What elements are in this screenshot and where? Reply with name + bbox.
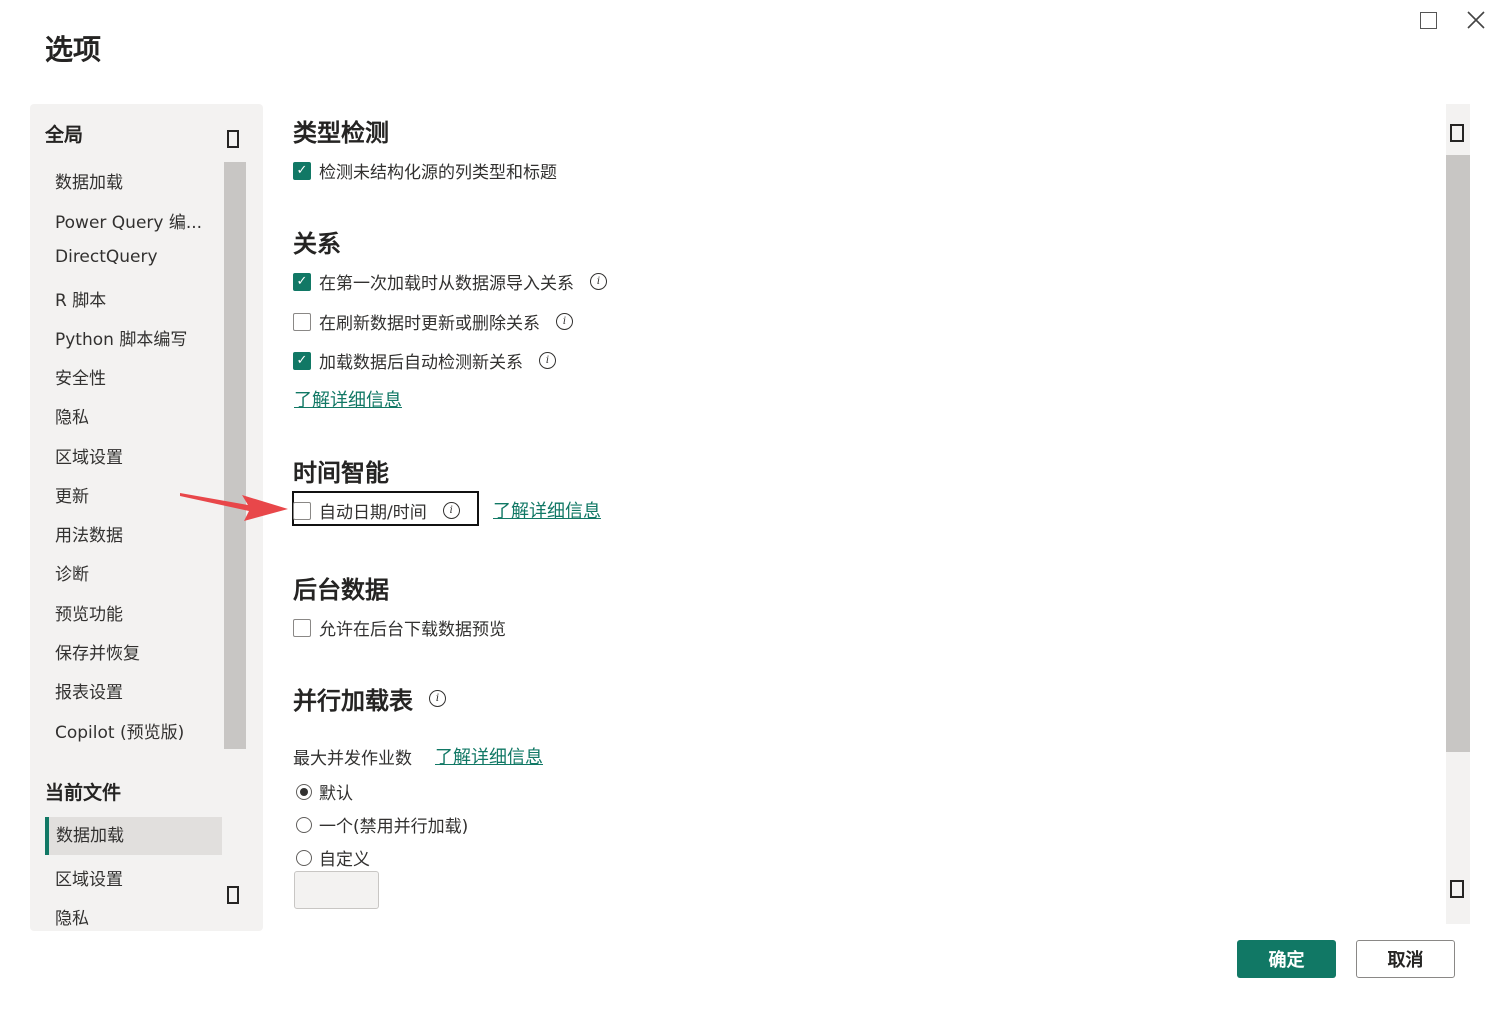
section-title-relationships: 关系 <box>293 230 341 258</box>
nav-item-file-data-load[interactable]: 数据加载 <box>45 817 222 855</box>
cancel-button[interactable]: 取消 <box>1356 940 1455 978</box>
custom-jobs-input[interactable] <box>294 871 379 909</box>
radio-single[interactable]: 一个(禁用并行加载) <box>296 812 468 837</box>
nav-item-preview-features[interactable]: 预览功能 <box>55 600 123 625</box>
radio-label: 一个(禁用并行加载) <box>319 817 469 837</box>
learn-more-link-relationships[interactable]: 了解详细信息 <box>294 386 402 412</box>
checkbox-checked-icon[interactable]: ✓ <box>293 161 311 180</box>
checkbox-unchecked-icon[interactable] <box>293 501 311 520</box>
annotation-arrow-icon <box>180 493 288 521</box>
ok-button[interactable]: 确定 <box>1237 940 1336 978</box>
dialog-title: 选项 <box>45 33 102 66</box>
content-scroll-up-icon[interactable] <box>1450 124 1464 142</box>
nav-item-file-regional-settings[interactable]: 区域设置 <box>55 865 123 890</box>
max-jobs-label: 最大并发作业数 <box>293 749 412 769</box>
radio-custom[interactable]: 自定义 <box>296 845 370 870</box>
nav-item-regional-settings[interactable]: 区域设置 <box>55 443 123 468</box>
nav-item-privacy[interactable]: 隐私 <box>55 403 89 428</box>
nav-scroll-down-icon[interactable] <box>227 886 239 904</box>
nav-scrollbar[interactable] <box>224 162 246 749</box>
close-icon <box>1467 11 1485 29</box>
nav-item-security[interactable]: 安全性 <box>55 364 106 389</box>
nav-item-usage-data[interactable]: 用法数据 <box>55 521 123 546</box>
radio-default[interactable]: 默认 <box>296 779 353 804</box>
nav-item-r-script[interactable]: R 脚本 <box>55 286 106 311</box>
option-label: 加载数据后自动检测新关系 <box>319 353 523 373</box>
section-title-time-intelligence: 时间智能 <box>293 459 389 487</box>
radio-unselected-icon[interactable] <box>296 849 312 866</box>
nav-item-copilot[interactable]: Copilot (预览版) <box>55 718 184 743</box>
info-icon[interactable]: i <box>539 352 556 369</box>
close-button[interactable] <box>1462 6 1490 34</box>
learn-more-link-time-intelligence[interactable]: 了解详细信息 <box>493 497 601 523</box>
checkbox-checked-icon[interactable]: ✓ <box>293 272 311 291</box>
nav-item-updates[interactable]: 更新 <box>55 482 89 507</box>
maximize-button[interactable] <box>1414 6 1442 34</box>
nav-item-data-load[interactable]: 数据加载 <box>55 168 123 193</box>
option-background-preview[interactable]: 允许在后台下载数据预览 <box>293 615 506 640</box>
option-autodetect-relationships[interactable]: ✓ 加载数据后自动检测新关系 i <box>293 348 556 373</box>
nav-item-report-settings[interactable]: 报表设置 <box>55 678 123 703</box>
nav-item-auto-recovery[interactable]: 保存并恢复 <box>55 639 140 664</box>
section-title-background-data: 后台数据 <box>293 576 389 604</box>
checkbox-unchecked-icon[interactable] <box>293 618 311 637</box>
option-import-relationships[interactable]: ✓ 在第一次加载时从数据源导入关系 i <box>293 269 607 294</box>
info-icon[interactable]: i <box>590 273 607 290</box>
nav-header-global: 全局 <box>45 124 84 146</box>
nav-item-directquery[interactable]: DirectQuery <box>55 247 158 267</box>
option-label: 在刷新数据时更新或删除关系 <box>319 314 540 334</box>
option-label: 检测未结构化源的列类型和标题 <box>319 163 557 183</box>
checkbox-checked-icon[interactable]: ✓ <box>293 351 311 370</box>
nav-item-power-query-editor[interactable]: Power Query 编... <box>55 208 202 233</box>
option-label: 自动日期/时间 <box>319 503 427 523</box>
checkbox-unchecked-icon[interactable] <box>293 312 311 331</box>
info-icon[interactable]: i <box>556 313 573 330</box>
maximize-icon <box>1419 11 1437 29</box>
info-icon[interactable]: i <box>442 502 460 519</box>
radio-selected-icon[interactable] <box>296 783 312 800</box>
section-title-parallel-loading: 并行加载表 i <box>293 681 446 716</box>
option-detect-column-types[interactable]: ✓ 检测未结构化源的列类型和标题 <box>293 158 557 183</box>
content-scrollbar-thumb[interactable] <box>1446 155 1470 752</box>
option-label: 在第一次加载时从数据源导入关系 <box>319 274 574 294</box>
nav-item-diagnostics[interactable]: 诊断 <box>55 560 89 585</box>
nav-scroll-up-icon[interactable] <box>227 130 239 148</box>
nav-item-python-script[interactable]: Python 脚本编写 <box>55 325 187 350</box>
info-icon[interactable]: i <box>429 690 446 707</box>
radio-unselected-icon[interactable] <box>296 816 312 833</box>
option-auto-date-time[interactable]: 自动日期/时间 i <box>293 498 460 523</box>
option-update-relationships[interactable]: 在刷新数据时更新或删除关系 i <box>293 309 573 334</box>
nav-header-current-file: 当前文件 <box>45 782 122 804</box>
option-label: 允许在后台下载数据预览 <box>319 620 506 640</box>
radio-label: 默认 <box>319 784 353 804</box>
section-title-type-detection: 类型检测 <box>293 119 389 147</box>
radio-label: 自定义 <box>319 850 370 870</box>
nav-item-file-privacy[interactable]: 隐私 <box>55 904 89 929</box>
learn-more-link-parallel[interactable]: 了解详细信息 <box>435 743 543 769</box>
section-title-text: 并行加载表 <box>293 687 413 715</box>
content-scroll-down-icon[interactable] <box>1450 880 1464 898</box>
